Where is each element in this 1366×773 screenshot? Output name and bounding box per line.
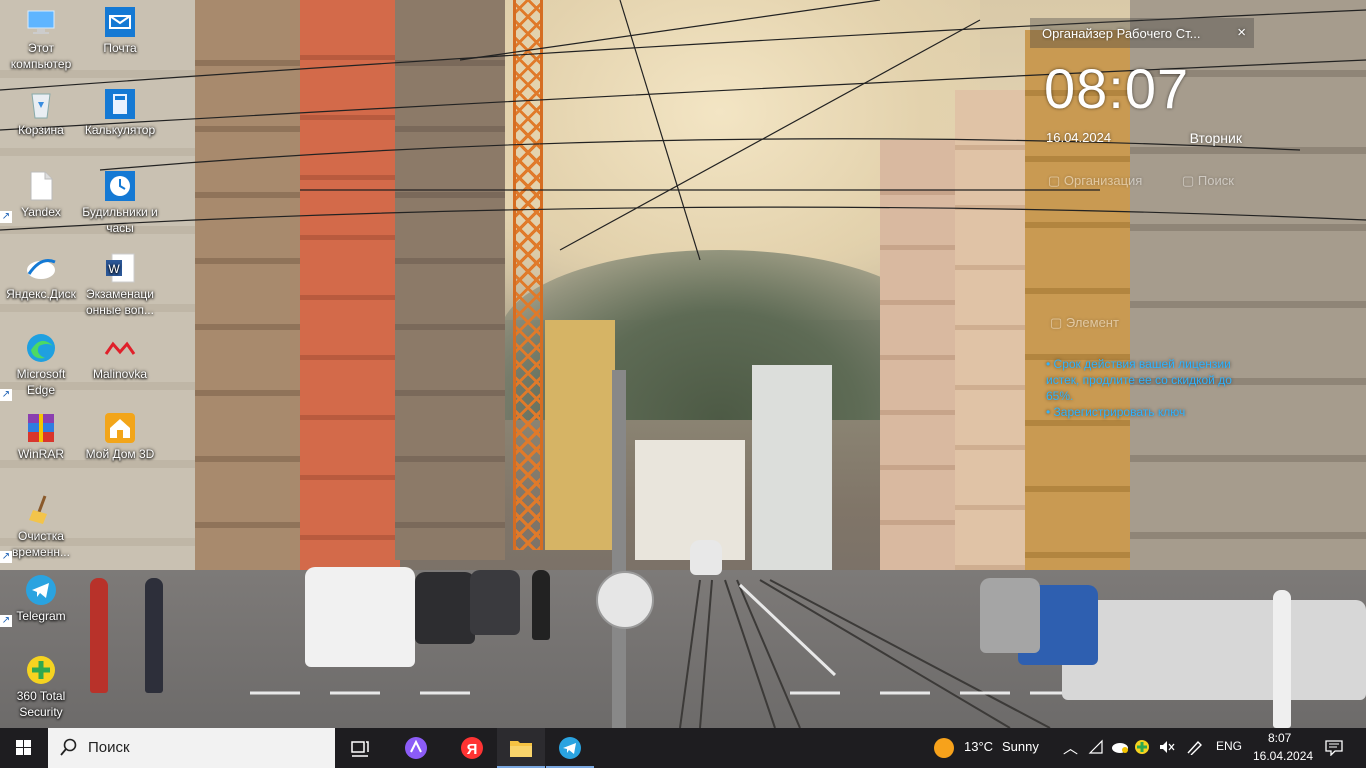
- tab-label: Поиск: [1197, 173, 1234, 188]
- folder-icon: [510, 741, 532, 757]
- weather-condition: Sunny: [1002, 739, 1039, 754]
- element-label: Элемент: [1065, 315, 1119, 330]
- network-icon[interactable]: [1088, 739, 1104, 758]
- task-view-icon: [351, 741, 369, 757]
- taskbar-clock-time[interactable]: 8:07: [1268, 731, 1291, 745]
- yandex-browser-icon: Я: [461, 737, 483, 759]
- desktop-organizer-widget: Органайзер Рабочего Ст... × 08:07 16.04.…: [1030, 18, 1254, 438]
- desktop-icon-winrar[interactable]: WinRAR: [2, 412, 80, 462]
- broom-icon: [25, 494, 57, 526]
- notifications-icon[interactable]: [1325, 740, 1343, 759]
- desktop-icon-label: 360 Total Security: [16, 689, 66, 719]
- task-view-button[interactable]: [336, 728, 384, 768]
- desktop-icon-mail[interactable]: Почта: [81, 6, 159, 56]
- organizer-title: Органайзер Рабочего Ст...: [1042, 26, 1201, 41]
- tab-search[interactable]: ▢ Поиск: [1182, 173, 1234, 189]
- malinovka-icon: [104, 332, 136, 364]
- cloud-disk-icon: [25, 252, 57, 284]
- taskbar-clock-date[interactable]: 16.04.2024: [1253, 749, 1313, 763]
- desktop-icon-temp-cleanup[interactable]: Очистка временн...: [0, 494, 80, 563]
- volume-muted-icon[interactable]: [1158, 739, 1176, 758]
- organizer-weekday: Вторник: [1189, 130, 1242, 146]
- desktop-icon-label: Почта: [103, 41, 137, 55]
- tab-organization[interactable]: ▢ Организация: [1048, 173, 1142, 189]
- file-icon: [25, 170, 57, 202]
- desktop-icon-malinovka[interactable]: Malinovka: [81, 332, 159, 382]
- desktop-icon-this-pc[interactable]: Этот компьютер: [2, 6, 80, 72]
- desktop-icon-label: Калькулятор: [84, 123, 156, 137]
- taskbar-telegram-button[interactable]: [546, 728, 594, 768]
- desktop-icon-label: Malinovka: [92, 367, 148, 381]
- desktop-icon-exam-questions[interactable]: W Экзаменаци онные воп...: [81, 252, 159, 318]
- sun-icon: [934, 738, 954, 758]
- recycle-bin-icon: [25, 88, 57, 120]
- clock-icon: [104, 170, 136, 202]
- word-document-icon: W: [104, 252, 136, 284]
- alice-assistant-icon: [405, 737, 427, 759]
- desktop-icon-yandex-disk[interactable]: Яндекс.Диск: [2, 252, 80, 302]
- edge-browser-icon: [25, 332, 57, 364]
- desktop-icon-label: Microsoft Edge: [16, 367, 66, 397]
- shield-plus-icon: [25, 654, 57, 686]
- computer-icon: [25, 6, 57, 38]
- telegram-icon: [559, 737, 581, 759]
- weather-temperature: 13°C: [964, 739, 994, 754]
- desktop-icon-my-home-3d[interactable]: Мой Дом 3D: [81, 412, 159, 462]
- search-icon: [60, 738, 78, 761]
- onedrive-icon[interactable]: [1110, 739, 1130, 758]
- windows-logo-icon: [16, 740, 31, 755]
- weather-widget[interactable]: 13°C Sunny: [930, 728, 1050, 768]
- input-language[interactable]: ENG: [1216, 739, 1242, 753]
- taskbar-yandex-browser-button[interactable]: Я: [448, 728, 496, 768]
- desktop-icon-label: Мой Дом 3D: [85, 447, 155, 461]
- desktop-icon-label: Яндекс.Диск: [6, 287, 76, 301]
- house-icon: [104, 412, 136, 444]
- close-icon[interactable]: ×: [1237, 24, 1246, 41]
- svg-text:Я: Я: [467, 741, 478, 758]
- desktop-icon-alarms-clock[interactable]: Будильники и часы: [81, 170, 159, 236]
- pen-icon[interactable]: [1186, 739, 1204, 758]
- calculator-icon: [104, 88, 136, 120]
- start-button[interactable]: [0, 728, 48, 768]
- mail-icon: [104, 6, 136, 38]
- taskbar-search-box[interactable]: Поиск: [48, 728, 335, 768]
- desktop-icon-telegram[interactable]: Telegram: [0, 574, 80, 627]
- search-icon: ▢: [1182, 173, 1198, 188]
- organizer-clock: 08:07: [1044, 57, 1190, 120]
- organizer-element[interactable]: ▢ Элемент: [1050, 315, 1119, 331]
- desktop-icon-edge[interactable]: Microsoft Edge: [0, 332, 80, 401]
- license-renew-link[interactable]: • Срок действия вашей лицензии истек, пр…: [1046, 356, 1251, 404]
- 360-security-tray-icon[interactable]: [1134, 739, 1150, 758]
- desktop-icon-label: Экзаменаци онные воп...: [86, 287, 154, 317]
- taskbar-alice-button[interactable]: [392, 728, 440, 768]
- license-notice: • Срок действия вашей лицензии истек, пр…: [1046, 356, 1251, 420]
- desktop-icon-recycle-bin[interactable]: Корзина: [2, 88, 80, 138]
- taskbar-file-explorer-button[interactable]: [497, 728, 545, 768]
- register-key-link[interactable]: • Зарегистрировать ключ: [1046, 404, 1251, 420]
- desktop-icon-label: Будильники и часы: [82, 205, 158, 235]
- winrar-icon: [25, 412, 57, 444]
- desktop-icon-label: Этот компьютер: [10, 41, 72, 71]
- desktop-icon-label: Корзина: [18, 123, 64, 137]
- desktop-icon-calculator[interactable]: Калькулятор: [81, 88, 159, 138]
- search-placeholder: Поиск: [88, 739, 130, 756]
- desktop-icon-label: Очистка временн...: [12, 529, 70, 559]
- tab-label: Организация: [1063, 173, 1143, 188]
- chevron-up-icon[interactable]: ︿: [1063, 737, 1078, 758]
- desktop-icon-360-total-security[interactable]: 360 Total Security: [2, 654, 80, 720]
- taskbar: Поиск Я 13°C Sunny ︿ ENG 8:07 16.04.2024: [0, 728, 1366, 768]
- element-icon: ▢: [1050, 315, 1066, 330]
- desktop-icon-label: Yandex: [21, 205, 61, 219]
- organizer-header[interactable]: Органайзер Рабочего Ст... ×: [1030, 18, 1254, 48]
- desktop-icon-yandex[interactable]: Yandex: [0, 170, 80, 223]
- organizer-date: 16.04.2024: [1046, 130, 1112, 145]
- desktop-icon-label: Telegram: [16, 609, 66, 623]
- folder-icon: ▢: [1048, 173, 1064, 188]
- svg-text:W: W: [108, 262, 120, 276]
- telegram-icon: [25, 574, 57, 606]
- desktop-icon-label: WinRAR: [17, 447, 64, 461]
